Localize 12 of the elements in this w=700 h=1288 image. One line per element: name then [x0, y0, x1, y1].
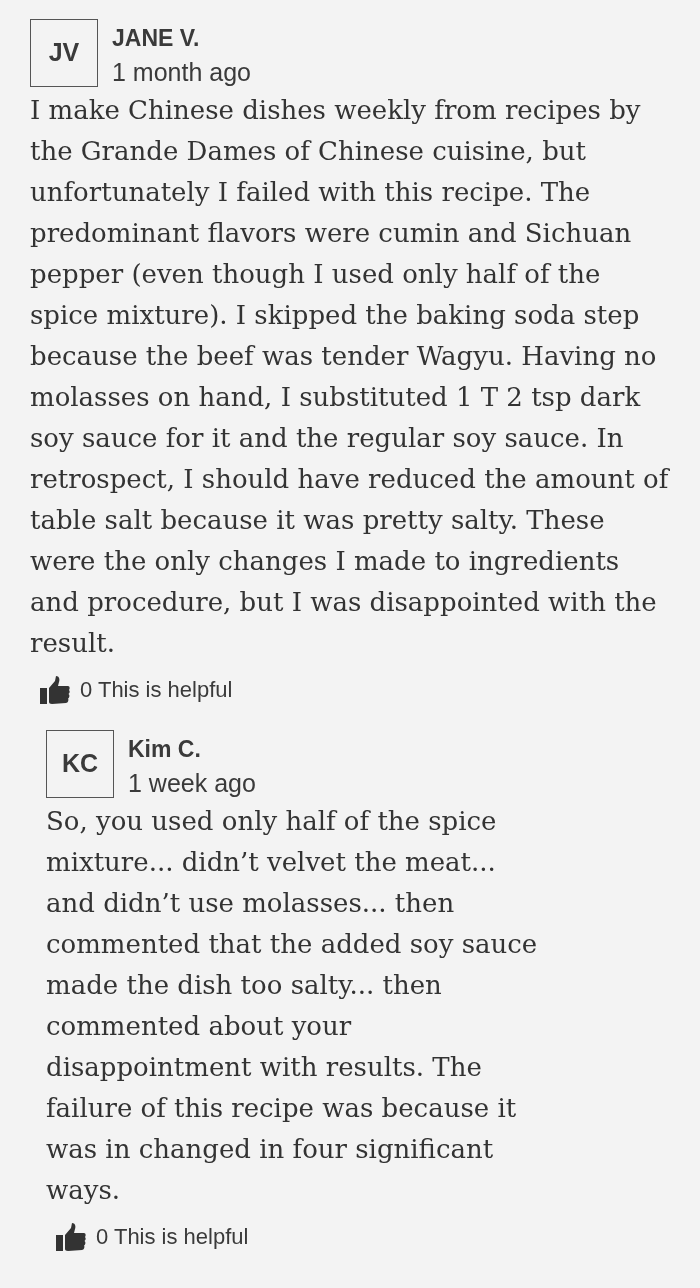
comment-time: 1 month ago: [112, 57, 251, 87]
comment-text: So, you used only half of the spice mixture... didn’t velvet the meat... and didn’t use molasses... then commented that the added soy sauce made the dish too salty... then commented about your disappointment with results. The failure of this recipe was because it was in changed in four significant ways.: [46, 805, 539, 1207]
helpful-link[interactable]: 0 This is helpful: [80, 677, 233, 703]
comment-text: I make Chinese dishes weekly from recipes by the Grande Dames of Chinese cuisine, but unfortunately I failed with this recipe. The predominant flavors were cumin and Sichuan pepper (even though I used only half of the spice mixture). I skipped the baking soda step because the beef was tender Wagyu. Having no molasses on hand, I substituted 1 T 2 tsp dark soy sauce for it and the regular soy sauce. In retrospect, I should have reduced the amount of table salt because it was pretty salty. These were the only changes I made to ingredients and procedure, but I was disappointed with the result.: [30, 94, 671, 660]
thumbs-up-icon: [56, 1223, 86, 1251]
helpful-link[interactable]: 0 This is helpful: [96, 1224, 249, 1250]
avatar-initials: KC: [46, 730, 114, 798]
author-name: Kim C.: [128, 735, 202, 763]
author-name: JANE V.: [112, 24, 201, 52]
avatar-initials: JV: [30, 19, 98, 87]
thumbs-up-icon: [40, 676, 70, 704]
comment-time: 1 week ago: [128, 768, 256, 798]
